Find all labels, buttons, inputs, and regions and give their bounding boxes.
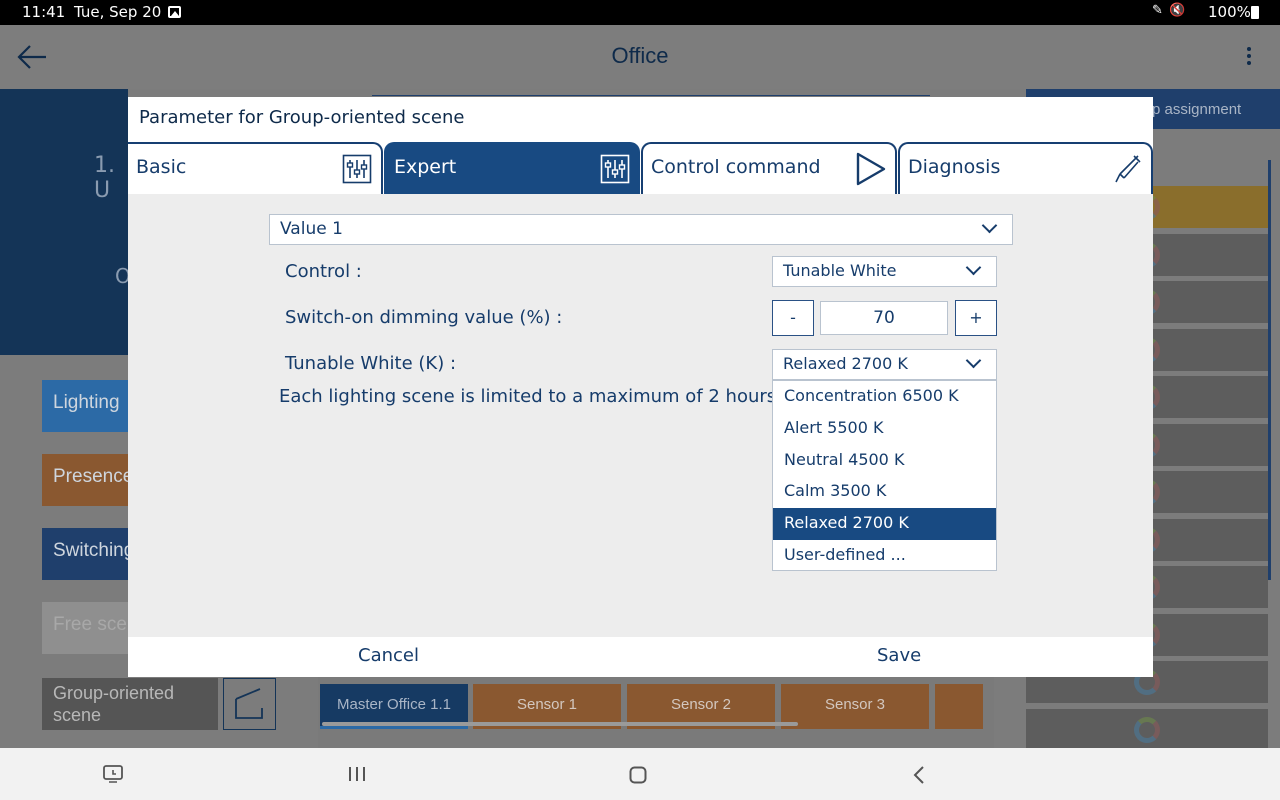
- tunable-white-select-text: Relaxed 2700 K: [783, 354, 908, 373]
- status-date: Tue, Sep 20: [74, 3, 162, 21]
- dropdown-option[interactable]: Alert 5500 K: [773, 413, 996, 445]
- chevron-down-icon: [965, 259, 982, 276]
- tab-basic-label: Basic: [136, 156, 187, 178]
- dialog-title: Parameter for Group-oriented scene: [139, 107, 465, 128]
- save-button[interactable]: Save: [877, 645, 921, 666]
- tab-diagnosis-label: Diagnosis: [908, 156, 1001, 178]
- tab-expert[interactable]: Expert: [384, 142, 640, 194]
- home-icon[interactable]: [629, 766, 647, 788]
- status-bar: 11:41 Tue, Sep 20 ✎ 🔇 100%: [0, 0, 1280, 25]
- device-tag-more[interactable]: [935, 684, 983, 729]
- status-time: 11:41: [22, 3, 66, 21]
- dimming-label: Switch-on dimming value (%) :: [285, 307, 563, 328]
- cancel-button[interactable]: Cancel: [358, 645, 419, 666]
- dropdown-option[interactable]: User-defined ...: [773, 540, 996, 572]
- parameter-dialog: Parameter for Group-oriented scene Basic…: [128, 97, 1153, 677]
- probe-icon: [1112, 153, 1142, 190]
- scene-panel-title: 1. U: [94, 153, 115, 203]
- image-notification-icon: [168, 6, 181, 18]
- vertical-scrollbar[interactable]: [1268, 160, 1271, 580]
- tab-basic[interactable]: Basic: [128, 142, 383, 194]
- sliders-icon: [600, 154, 630, 189]
- dimming-value-field[interactable]: 70: [820, 301, 948, 335]
- dialog-header: Parameter for Group-oriented scene Basic…: [128, 97, 1153, 194]
- scene-edit-icon[interactable]: [223, 678, 276, 730]
- dropdown-option[interactable]: Neutral 4500 K: [773, 445, 996, 477]
- sliders-icon: [342, 154, 372, 189]
- page-title: Office: [611, 43, 669, 68]
- dialog-footer: Cancel Save: [128, 637, 1153, 677]
- value-select[interactable]: Value 1: [269, 214, 1013, 245]
- tab-expert-label: Expert: [394, 156, 457, 178]
- control-select[interactable]: Tunable White: [772, 256, 997, 287]
- chevron-down-icon: [965, 352, 982, 369]
- tab-diagnosis[interactable]: Diagnosis: [898, 142, 1153, 194]
- increment-button[interactable]: +: [955, 300, 997, 336]
- horizontal-scrollbar[interactable]: [322, 722, 798, 726]
- battery-level: 100%: [1208, 3, 1251, 21]
- screen-icon[interactable]: [102, 764, 124, 788]
- back-icon[interactable]: [912, 765, 926, 789]
- status-icons: ✎ 🔇: [1152, 3, 1187, 18]
- device-tag-sensor-3[interactable]: Sensor 3: [781, 684, 929, 729]
- chevron-down-icon: [981, 217, 998, 234]
- recent-apps-icon[interactable]: [348, 766, 366, 786]
- presence-button[interactable]: Presence: [42, 454, 128, 506]
- scene-info-text: Each lighting scene is limited to a maxi…: [279, 386, 772, 407]
- decrement-button[interactable]: -: [772, 300, 814, 336]
- free-scene-button[interactable]: Free scen: [42, 602, 128, 654]
- group-oriented-scene-button[interactable]: Group-oriented scene: [42, 678, 218, 730]
- system-nav-bar: [0, 748, 1280, 800]
- scene-panel: 1. U O: [0, 89, 131, 355]
- dropdown-option[interactable]: Calm 3500 K: [773, 476, 996, 508]
- switching-button[interactable]: Switching: [42, 528, 128, 580]
- app-bar: Office: [0, 25, 1280, 89]
- play-icon: [855, 152, 887, 191]
- tunable-white-select[interactable]: Relaxed 2700 K: [772, 349, 997, 380]
- color-wheel-icon: [1134, 716, 1160, 743]
- control-label: Control :: [285, 261, 362, 282]
- tab-control-label: Control command: [651, 156, 821, 178]
- overflow-menu-icon[interactable]: [1242, 47, 1256, 69]
- lighting-button[interactable]: Lighting: [42, 380, 128, 432]
- tab-control-command[interactable]: Control command: [641, 142, 897, 194]
- tunable-white-dropdown: Concentration 6500 K Alert 5500 K Neutra…: [772, 380, 997, 571]
- value-select-text: Value 1: [280, 219, 343, 239]
- dropdown-option[interactable]: Relaxed 2700 K: [773, 508, 996, 540]
- battery-icon: [1251, 6, 1259, 19]
- dropdown-option[interactable]: Concentration 6500 K: [773, 381, 996, 413]
- tunable-white-label: Tunable White (K) :: [285, 353, 457, 374]
- control-select-text: Tunable White: [783, 261, 897, 280]
